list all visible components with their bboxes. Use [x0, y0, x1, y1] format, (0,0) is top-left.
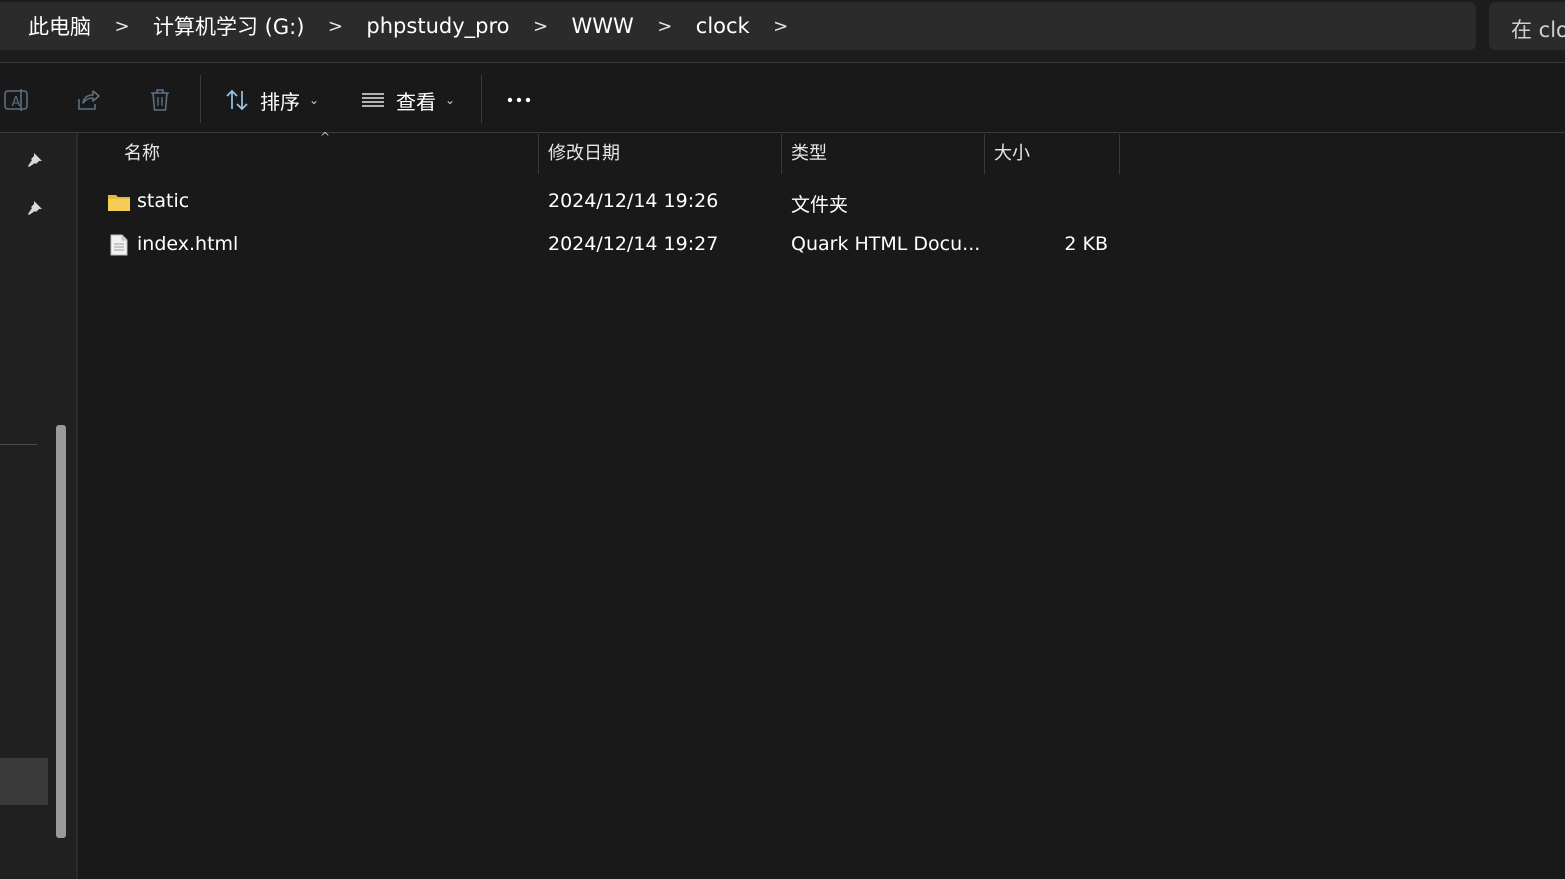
nav-divider — [0, 444, 37, 445]
svg-text:A: A — [12, 95, 21, 110]
sort-label: 排序 — [260, 89, 300, 114]
delete-icon[interactable] — [147, 87, 173, 113]
column-header-name[interactable]: 名称 — [124, 138, 160, 174]
column-divider[interactable] — [538, 134, 539, 174]
breadcrumb-item-www[interactable]: WWW — [571, 14, 633, 38]
sort-ascending-icon: ^ — [320, 130, 331, 144]
breadcrumb-item-clock[interactable]: clock — [696, 14, 750, 38]
divider — [0, 132, 1565, 133]
nav-scrollbar[interactable] — [56, 425, 66, 838]
sort-icon — [226, 89, 248, 111]
address-bar-row: 此电脑 > 计算机学习 (G:) > phpstudy_pro > WWW > … — [0, 0, 1565, 62]
file-type: Quark HTML Docu... — [791, 233, 981, 255]
pin-icon[interactable] — [26, 150, 44, 168]
file-type: 文件夹 — [791, 194, 849, 216]
breadcrumb-separator[interactable]: > — [509, 16, 571, 37]
more-options-icon[interactable] — [506, 87, 532, 113]
view-list-icon — [362, 93, 384, 107]
share-icon[interactable] — [75, 87, 101, 113]
file-icon — [110, 234, 128, 256]
column-header-type[interactable]: 类型 — [791, 138, 827, 174]
chevron-down-icon: ⌄ — [445, 93, 456, 107]
file-name[interactable]: static — [137, 190, 189, 212]
column-divider[interactable] — [1119, 134, 1120, 174]
command-bar: A 排序 ⌄ 查看 ⌄ — [0, 63, 1565, 132]
rename-icon[interactable]: A — [3, 87, 29, 113]
search-input[interactable]: 在 clock 中搜索 — [1489, 2, 1565, 50]
breadcrumb[interactable]: 此电脑 > 计算机学习 (G:) > phpstudy_pro > WWW > … — [0, 2, 1476, 50]
toolbar-divider — [481, 75, 482, 123]
nav-selected-item[interactable] — [0, 758, 48, 805]
pane-splitter[interactable] — [76, 133, 78, 879]
column-divider[interactable] — [984, 134, 985, 174]
breadcrumb-separator[interactable]: > — [91, 16, 153, 37]
file-date: 2024/12/14 19:27 — [548, 233, 719, 255]
column-header-size[interactable]: 大小 — [994, 138, 1030, 174]
column-divider[interactable] — [781, 134, 782, 174]
search-placeholder: 在 clock 中搜索 — [1511, 18, 1565, 42]
pin-icon[interactable] — [26, 198, 44, 216]
column-header-date[interactable]: 修改日期 — [548, 138, 620, 174]
toolbar-divider — [200, 75, 201, 123]
file-size: 2 KB — [1064, 233, 1108, 255]
file-row[interactable]: index.html 2024/12/14 19:27 Quark HTML D… — [100, 225, 1120, 265]
breadcrumb-separator[interactable]: > — [304, 16, 366, 37]
sort-button[interactable]: 排序 ⌄ — [224, 85, 319, 115]
view-button[interactable]: 查看 ⌄ — [360, 85, 455, 115]
breadcrumb-separator[interactable]: > — [750, 16, 812, 37]
view-label: 查看 — [396, 89, 436, 114]
chevron-down-icon: ⌄ — [309, 93, 320, 107]
file-row[interactable]: static 2024/12/14 19:26 文件夹 — [100, 182, 1120, 222]
breadcrumb-item-phpstudy[interactable]: phpstudy_pro — [366, 14, 509, 38]
breadcrumb-separator[interactable]: > — [634, 16, 696, 37]
file-name[interactable]: index.html — [137, 233, 238, 255]
breadcrumb-item-this-pc[interactable]: 此电脑 — [28, 11, 91, 41]
breadcrumb-item-drive[interactable]: 计算机学习 (G:) — [153, 11, 304, 41]
file-date: 2024/12/14 19:26 — [548, 190, 719, 212]
folder-icon — [108, 195, 130, 211]
